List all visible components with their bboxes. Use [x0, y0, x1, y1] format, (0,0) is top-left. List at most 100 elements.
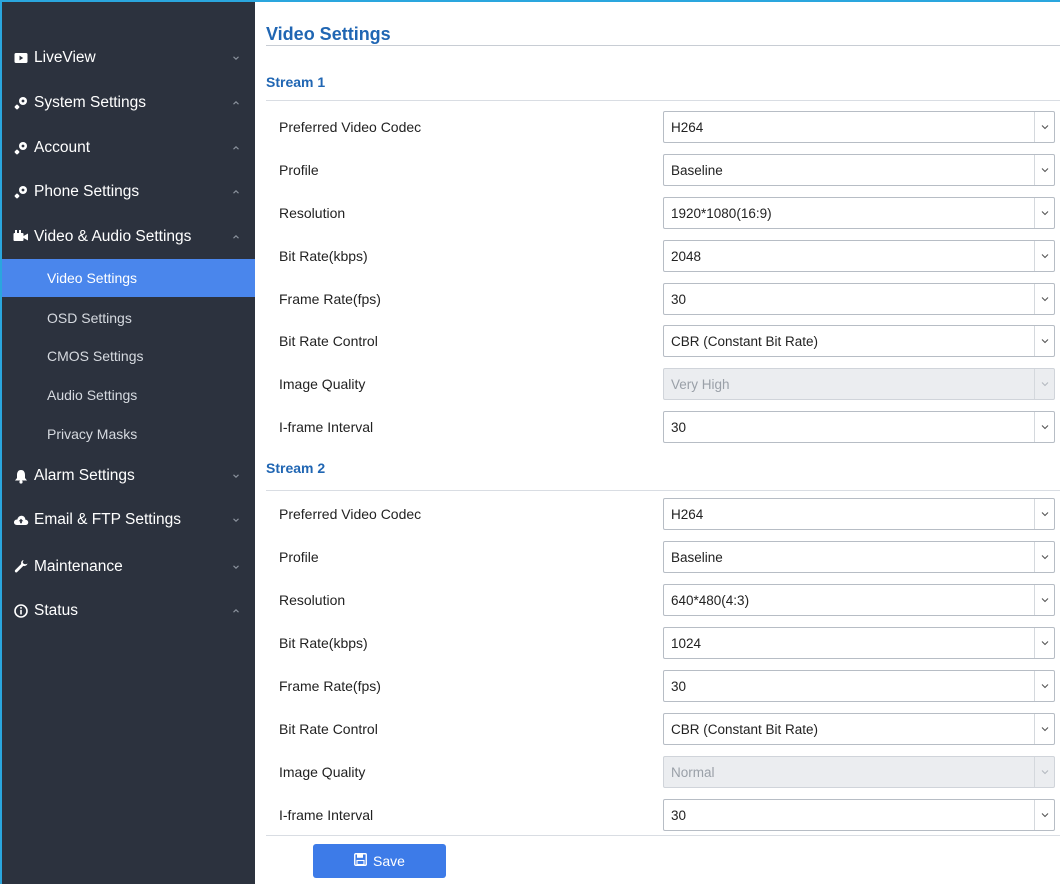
sidebar-item-status[interactable]: Status — [2, 591, 255, 631]
chevron-down-icon — [1034, 241, 1054, 271]
field-label: Image Quality — [279, 376, 366, 392]
wrench-key-icon — [12, 140, 30, 156]
select-value: Very High — [671, 376, 730, 392]
sidebar-item-label: Phone Settings — [34, 183, 140, 200]
chevron-up-icon — [231, 230, 241, 240]
sidebar-item-phone-settings[interactable]: Phone Settings — [2, 172, 255, 212]
chevron-down-icon — [1034, 369, 1054, 399]
sidebar-subitem-label: OSD Settings — [47, 310, 132, 326]
chevron-down-icon — [1034, 155, 1054, 185]
sidebar-subitem-audio-settings[interactable]: Audio Settings — [2, 376, 255, 414]
sidebar-item-account[interactable]: Account — [2, 128, 255, 168]
chevron-down-icon — [231, 513, 241, 523]
stream-1-iframe-interval-select[interactable]: 30 — [663, 411, 1055, 443]
chevron-down-icon — [1034, 714, 1054, 744]
chevron-down-icon — [1034, 284, 1054, 314]
sidebar-item-video-audio-settings[interactable]: Video & Audio Settings — [2, 217, 255, 257]
chevron-down-icon — [1034, 112, 1054, 142]
page-title: Video Settings — [266, 24, 391, 44]
chevron-down-icon — [231, 560, 241, 570]
field-label: Bit Rate(kbps) — [279, 635, 368, 651]
sidebar-subitem-video-settings[interactable]: Video Settings — [2, 259, 255, 297]
chevron-up-icon — [231, 96, 241, 106]
field-label: I-frame Interval — [279, 807, 374, 823]
stream-2-iframe-interval-select[interactable]: 30 — [663, 799, 1055, 831]
wrench-key-icon — [12, 184, 30, 200]
field-label: Resolution — [279, 205, 346, 221]
select-value: CBR (Constant Bit Rate) — [671, 333, 819, 349]
chevron-up-icon — [231, 604, 241, 614]
stream-2-framerate-select[interactable]: 30 — [663, 670, 1055, 702]
stream-2-profile-select[interactable]: Baseline — [663, 541, 1055, 573]
sidebar-subitem-label: Audio Settings — [47, 387, 138, 403]
title-divider — [266, 45, 1060, 46]
stream-1-divider — [266, 100, 1060, 101]
chevron-down-icon — [1034, 499, 1054, 529]
select-value: Baseline — [671, 549, 723, 565]
stream-2-bitrate-select[interactable]: 1024 — [663, 627, 1055, 659]
field-label: Image Quality — [279, 764, 366, 780]
stream-1-bitrate-control-select[interactable]: CBR (Constant Bit Rate) — [663, 325, 1055, 357]
wrench-icon — [12, 559, 30, 575]
chevron-down-icon — [1034, 671, 1054, 701]
stream-2-codec-select[interactable]: H264 — [663, 498, 1055, 530]
select-value: 640*480(4:3) — [671, 592, 750, 608]
stream-1-title: Stream 1 — [266, 74, 326, 90]
main-content: Video Settings Stream 1 Preferred Video … — [255, 2, 1060, 884]
chevron-down-icon — [1034, 542, 1054, 572]
sidebar-item-email-ftp-settings[interactable]: Email & FTP Settings — [2, 500, 255, 540]
sidebar-item-label: Status — [34, 602, 78, 619]
stream-2-title: Stream 2 — [266, 460, 326, 476]
save-button[interactable]: Save — [313, 844, 446, 878]
sidebar-item-label: Video & Audio Settings — [34, 228, 192, 245]
save-button-label: Save — [373, 853, 405, 869]
stream-2-resolution-select[interactable]: 640*480(4:3) — [663, 584, 1055, 616]
select-value: 30 — [671, 678, 687, 694]
sidebar-item-system-settings[interactable]: System Settings — [2, 83, 255, 123]
select-value: 1920*1080(16:9) — [671, 205, 772, 221]
field-label: Frame Rate(fps) — [279, 291, 381, 307]
field-label: Profile — [279, 549, 319, 565]
stream-1-bitrate-select[interactable]: 2048 — [663, 240, 1055, 272]
field-label: Bit Rate Control — [279, 721, 378, 737]
stream-1-profile-select[interactable]: Baseline — [663, 154, 1055, 186]
sidebar-item-label: Email & FTP Settings — [34, 511, 182, 528]
select-value: H264 — [671, 119, 704, 135]
chevron-down-icon — [1034, 326, 1054, 356]
field-label: Profile — [279, 162, 319, 178]
bell-icon — [12, 468, 30, 484]
select-value: Normal — [671, 764, 715, 780]
sidebar-item-alarm-settings[interactable]: Alarm Settings — [2, 456, 255, 496]
stream-2-image-quality-select: Normal — [663, 756, 1055, 788]
chevron-up-icon — [231, 141, 241, 151]
stream-1-codec-select[interactable]: H264 — [663, 111, 1055, 143]
stream-2-divider — [266, 490, 1060, 491]
sidebar-item-label: LiveView — [34, 49, 96, 66]
sidebar-subitem-osd-settings[interactable]: OSD Settings — [2, 299, 255, 337]
select-value: Baseline — [671, 162, 723, 178]
sidebar-item-label: System Settings — [34, 94, 146, 111]
chevron-down-icon — [1034, 198, 1054, 228]
chevron-down-icon — [1034, 800, 1054, 830]
sidebar-subitem-cmos-settings[interactable]: CMOS Settings — [2, 337, 255, 375]
sidebar-subitem-privacy-masks[interactable]: Privacy Masks — [2, 415, 255, 453]
chevron-down-icon — [1034, 628, 1054, 658]
sidebar-subitem-label: Video Settings — [47, 270, 138, 286]
field-label: Resolution — [279, 592, 346, 608]
select-value: 1024 — [671, 635, 702, 651]
stream-1-framerate-select[interactable]: 30 — [663, 283, 1055, 315]
chevron-down-icon — [1034, 412, 1054, 442]
sidebar-item-maintenance[interactable]: Maintenance — [2, 547, 255, 587]
sidebar-item-label: Alarm Settings — [34, 467, 135, 484]
stream-2-bitrate-control-select[interactable]: CBR (Constant Bit Rate) — [663, 713, 1055, 745]
field-label: Bit Rate(kbps) — [279, 248, 368, 264]
form-bottom-divider — [266, 835, 1060, 836]
sidebar-subitem-label: CMOS Settings — [47, 348, 144, 364]
chevron-down-icon — [231, 469, 241, 479]
stream-1-resolution-select[interactable]: 1920*1080(16:9) — [663, 197, 1055, 229]
chevron-down-icon — [1034, 757, 1054, 787]
video-icon — [12, 50, 30, 66]
select-value: H264 — [671, 506, 704, 522]
field-label: Preferred Video Codec — [279, 506, 422, 522]
sidebar-item-liveview[interactable]: LiveView — [2, 38, 255, 78]
